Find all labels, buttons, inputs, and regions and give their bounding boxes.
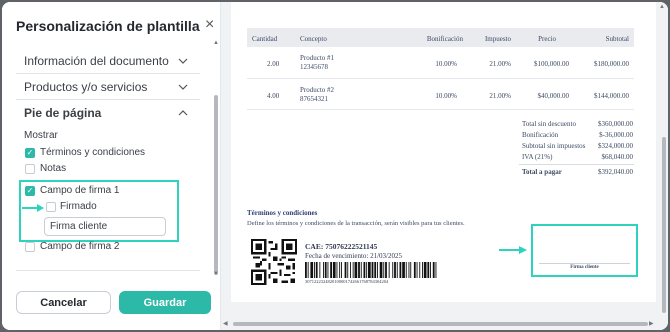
panel-title: Personalización de plantilla	[16, 18, 200, 34]
signature-2-checkbox[interactable]	[25, 242, 35, 252]
header-price: Precio	[538, 35, 556, 43]
section-document-info[interactable]: Información del documento	[24, 49, 188, 73]
section-footer[interactable]: Pie de página	[24, 101, 188, 125]
chevron-up-icon	[178, 108, 188, 119]
divider	[16, 73, 200, 74]
show-heading: Mostrar	[24, 130, 58, 141]
header-qty: Cantidad	[252, 35, 278, 43]
subtotal-no-tax-value: $324,000.00	[598, 142, 633, 150]
due-date: Fecha de vencimiento: 21/03/2025	[305, 252, 403, 260]
row-2-tax: 21.00%	[489, 92, 511, 100]
row-divider	[247, 78, 634, 79]
cancel-button[interactable]: Cancelar	[16, 291, 111, 314]
signature-1-label: Campo de firma 1	[40, 185, 120, 196]
signature-box-highlight: Firma cliente	[531, 224, 638, 277]
section-label: Información del documento	[24, 54, 169, 68]
row-1-discount: 10.00%	[435, 60, 457, 68]
arrow-icon	[22, 200, 46, 218]
header-tax: Impuesto	[484, 35, 511, 43]
vat-value: $68,040.00	[601, 153, 634, 161]
discount-label: Bonificación	[522, 131, 559, 139]
total-no-discount-value: $360,000.00	[598, 120, 633, 128]
divider	[16, 270, 200, 271]
qr-code-icon	[251, 239, 297, 285]
row-2-price: $40,000.00	[537, 92, 570, 100]
scroll-up-icon[interactable]: ▲	[213, 40, 219, 46]
header-subtotal: Subtotal	[605, 35, 629, 43]
arrow-icon	[499, 242, 529, 260]
settings-panel: Personalización de plantilla × Informaci…	[2, 2, 221, 330]
cae-number: CAE: 75076222521145	[305, 242, 378, 251]
terms-label: Términos y condiciones	[40, 147, 146, 158]
barcode-number: 3071222324820100001742661768784304204	[305, 279, 389, 284]
row-2-code: 87654321	[300, 95, 328, 103]
row-1-name: Producto #1	[300, 54, 335, 62]
row-divider	[247, 109, 634, 110]
notes-label: Notas	[40, 163, 67, 174]
terms-checkbox[interactable]: ✓	[25, 148, 35, 158]
template-customization-dialog: Personalización de plantilla × Informaci…	[2, 2, 668, 330]
panel-scrollbar[interactable]	[214, 95, 218, 275]
terms-title: Términos y condiciones	[247, 209, 318, 217]
chevron-down-icon	[178, 56, 188, 67]
signed-checkbox[interactable]	[46, 202, 56, 212]
scroll-down-icon[interactable]: ▼	[213, 271, 219, 277]
total-due-label: Total a pagar	[522, 168, 562, 176]
signature-line	[539, 263, 630, 264]
row-2-name: Producto #2	[300, 86, 335, 94]
section-label: Pie de página	[24, 106, 102, 120]
preview-vertical-scrollbar[interactable]	[662, 137, 666, 313]
divider	[16, 99, 200, 100]
barcode-icon	[305, 262, 437, 278]
section-label: Productos y/o servicios	[24, 80, 148, 94]
row-2-discount: 10.00%	[435, 92, 457, 100]
row-1-price: $100,000.00	[534, 60, 569, 68]
notes-checkbox[interactable]	[25, 164, 35, 174]
signature-2-label: Campo de firma 2	[40, 241, 120, 252]
scroll-right-icon[interactable]: ▶	[649, 320, 654, 327]
close-icon[interactable]: ×	[205, 16, 214, 34]
discount-value: $-36,000.00	[599, 131, 633, 139]
row-1-qty: 2.00	[267, 60, 280, 68]
signature-label: Firma cliente	[570, 265, 599, 270]
scroll-up-icon[interactable]: ▲	[659, 4, 665, 10]
preview-horizontal-scrollbar[interactable]	[233, 322, 648, 326]
invoice-page: Cantidad Concepto Bonificación Impuesto …	[231, 2, 656, 302]
totals-divider	[519, 164, 634, 165]
save-button[interactable]: Guardar	[119, 291, 211, 314]
signature-1-checkbox[interactable]: ✓	[25, 186, 35, 196]
section-products[interactable]: Productos y/o servicios	[24, 75, 188, 99]
signed-label: Firmado	[60, 201, 97, 212]
invoice-preview-area: Cantidad Concepto Bonificación Impuesto …	[221, 2, 668, 330]
chevron-down-icon	[178, 82, 188, 93]
row-1-code: 12345678	[300, 63, 328, 71]
terms-text: Define los términos y condiciones de la …	[247, 220, 465, 227]
header-concept: Concepto	[300, 35, 327, 43]
scroll-left-icon[interactable]: ◀	[223, 320, 228, 327]
row-1-subtotal: $180,000.00	[594, 60, 629, 68]
header-discount: Bonificación	[426, 35, 463, 43]
total-due-value: $392,040.00	[598, 168, 633, 176]
row-2-qty: 4.00	[267, 92, 280, 100]
signature-name-input[interactable]: Firma cliente	[44, 217, 166, 236]
vat-label: IVA (21%)	[522, 153, 553, 161]
row-1-tax: 21.00%	[489, 60, 511, 68]
total-no-discount-label: Total sin descuento	[522, 120, 576, 128]
row-2-subtotal: $144,000.00	[594, 92, 629, 100]
